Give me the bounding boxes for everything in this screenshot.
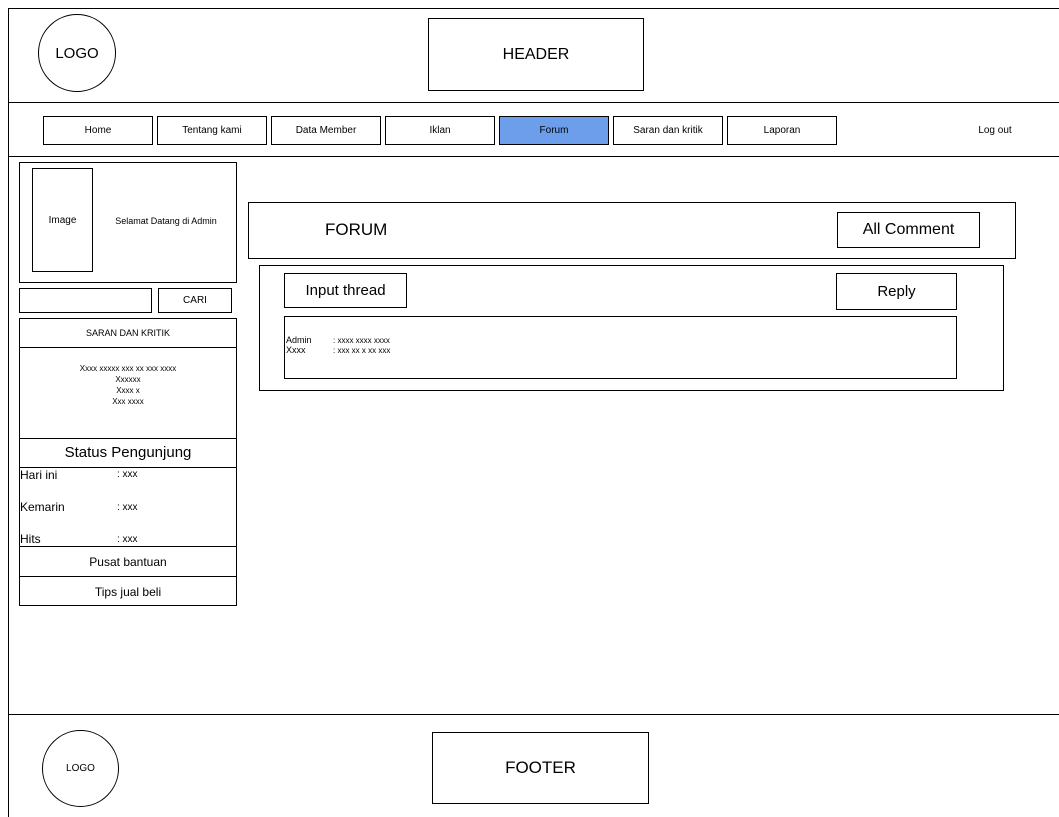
nav-item-forum[interactable]: Forum <box>499 116 609 145</box>
saran-line: Xxxx xxxxx xxx xx xxx xxxx <box>79 364 177 373</box>
welcome-text: Selamat Datang di Admin <box>115 216 217 226</box>
input-thread-button[interactable]: Input thread <box>284 273 407 308</box>
nav-item-data-member[interactable]: Data Member <box>271 116 381 145</box>
header-divider <box>8 102 1059 103</box>
header-logo[interactable]: LOGO <box>38 14 116 92</box>
thread-post-text: : xxxx xxxx xxxx <box>333 336 390 345</box>
footer-divider <box>8 714 1059 715</box>
search-input[interactable] <box>19 288 152 313</box>
status-title: Status Pengunjung <box>19 438 237 468</box>
thread-post-text: : xxx xx x xx xxx <box>333 346 391 355</box>
saran-title: SARAN DAN KRITIK <box>19 318 237 348</box>
search-button[interactable]: CARI <box>158 288 232 313</box>
status-label-hits: Hits <box>20 532 41 546</box>
all-comment-button[interactable]: All Comment <box>837 212 980 248</box>
saran-line: Xxx xxxx <box>112 397 144 406</box>
profile-image: Image <box>32 168 93 272</box>
page-left-border <box>8 8 9 817</box>
saran-line: Xxxxxx <box>115 375 141 384</box>
status-value-hits: : xxx <box>117 534 138 545</box>
nav-item-tentang-kami[interactable]: Tentang kami <box>157 116 267 145</box>
nav-item-laporan[interactable]: Laporan <box>727 116 837 145</box>
logout-link[interactable]: Log out <box>955 116 1035 145</box>
saran-body: Xxxx xxxxx xxx xx xxx xxxx Xxxxxx Xxxx x… <box>19 363 237 407</box>
reply-button[interactable]: Reply <box>836 273 957 310</box>
nav-item-saran-dan-kritik[interactable]: Saran dan kritik <box>613 116 723 145</box>
footer-logo[interactable]: LOGO <box>42 730 119 807</box>
saran-line: Xxxx x <box>116 386 140 395</box>
footer-title: FOOTER <box>432 732 649 804</box>
status-value-kemarin: : xxx <box>117 502 138 513</box>
forum-title: FORUM <box>325 220 388 239</box>
header-title: HEADER <box>428 18 644 91</box>
status-label-hari-ini: Hari ini <box>20 468 58 482</box>
status-label-kemarin: Kemarin <box>20 500 65 514</box>
page-top-border <box>8 8 1059 9</box>
nav-item-home[interactable]: Home <box>43 116 153 145</box>
thread-post-user: Xxxx <box>286 345 306 355</box>
thread-post-user: Admin <box>286 335 312 345</box>
sidebar-link-pusat-bantuan[interactable]: Pusat bantuan <box>19 546 237 576</box>
nav-item-iklan[interactable]: Iklan <box>385 116 495 145</box>
sidebar-link-tips-jual-beli[interactable]: Tips jual beli <box>19 576 237 606</box>
status-value-hari-ini: : xxx <box>117 469 138 480</box>
nav-divider <box>8 156 1059 157</box>
